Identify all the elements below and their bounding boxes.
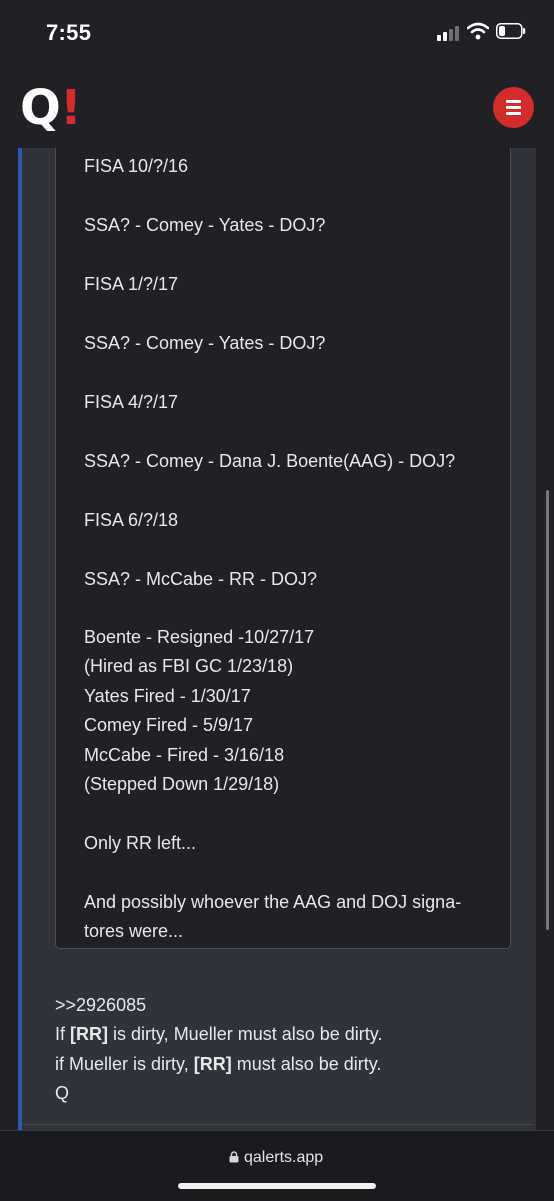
- logo-q: Q: [20, 80, 61, 136]
- status-bar: 7:55: [0, 0, 554, 68]
- post-line: If [RR] is dirty, Mueller must also be d…: [55, 1024, 383, 1044]
- quote-line: FISA 1/?/17: [84, 274, 179, 294]
- quote-line: Comey Fired - 5/9/17: [84, 715, 254, 735]
- post-card: FISA 10/?/16 SSA? - Comey - Yates - DOJ?…: [18, 148, 536, 1130]
- logo[interactable]: Q !: [20, 84, 86, 132]
- quote-line: SSA? - McCabe - RR - DOJ?: [84, 569, 318, 589]
- quote-line: Only RR left...: [84, 833, 197, 853]
- logo-exclamation: !: [60, 80, 82, 136]
- bold-text: [RR]: [193, 1054, 232, 1074]
- home-indicator[interactable]: [178, 1183, 376, 1189]
- quote-line: FISA 6/?/18: [84, 510, 179, 530]
- quote-line: tores were...: [84, 921, 184, 941]
- url-text[interactable]: qalerts.app: [244, 1149, 323, 1167]
- divider: [22, 1124, 532, 1125]
- post-signature: Q: [55, 1083, 70, 1103]
- quote-line: SSA? - Comey - Yates - DOJ?: [84, 333, 326, 353]
- menu-icon: [506, 100, 521, 103]
- quote-line: FISA 10/?/16: [84, 156, 189, 176]
- quote-line: FISA 4/?/17: [84, 392, 179, 412]
- battery-icon: [496, 23, 526, 39]
- scrollbar[interactable]: [546, 490, 549, 930]
- status-time: 7:55: [46, 20, 92, 45]
- quote-line: Boente - Resigned -10/27/17: [84, 627, 315, 647]
- post-reference-link[interactable]: >>2926085: [55, 995, 146, 1016]
- wifi-icon: [467, 22, 489, 40]
- quote-line: (Hired as FBI GC 1/23/18): [84, 656, 294, 676]
- browser-url-bar[interactable]: qalerts.app: [0, 1130, 554, 1201]
- quoted-post: FISA 10/?/16 SSA? - Comey - Yates - DOJ?…: [55, 148, 511, 949]
- quote-line: SSA? - Comey - Dana J. Boente(AAG) - DOJ…: [84, 451, 456, 471]
- content-area: FISA 10/?/16 SSA? - Comey - Yates - DOJ?…: [0, 148, 554, 1130]
- app-header: Q !: [0, 68, 554, 148]
- quote-line: (Stepped Down 1/29/18): [84, 774, 280, 794]
- quote-line: SSA? - Comey - Yates - DOJ?: [84, 215, 326, 235]
- lock-icon: [229, 1151, 239, 1163]
- quote-line: McCabe - Fired - 3/16/18: [84, 745, 285, 765]
- bold-text: [RR]: [70, 1024, 109, 1044]
- quote-line: And possibly whoever the AAG and DOJ sig…: [84, 892, 462, 912]
- quote-line: Yates Fired - 1/30/17: [84, 686, 251, 706]
- menu-button[interactable]: [493, 87, 534, 128]
- post-line: if Mueller is dirty, [RR] must also be d…: [55, 1054, 382, 1074]
- signal-icon: [437, 25, 463, 41]
